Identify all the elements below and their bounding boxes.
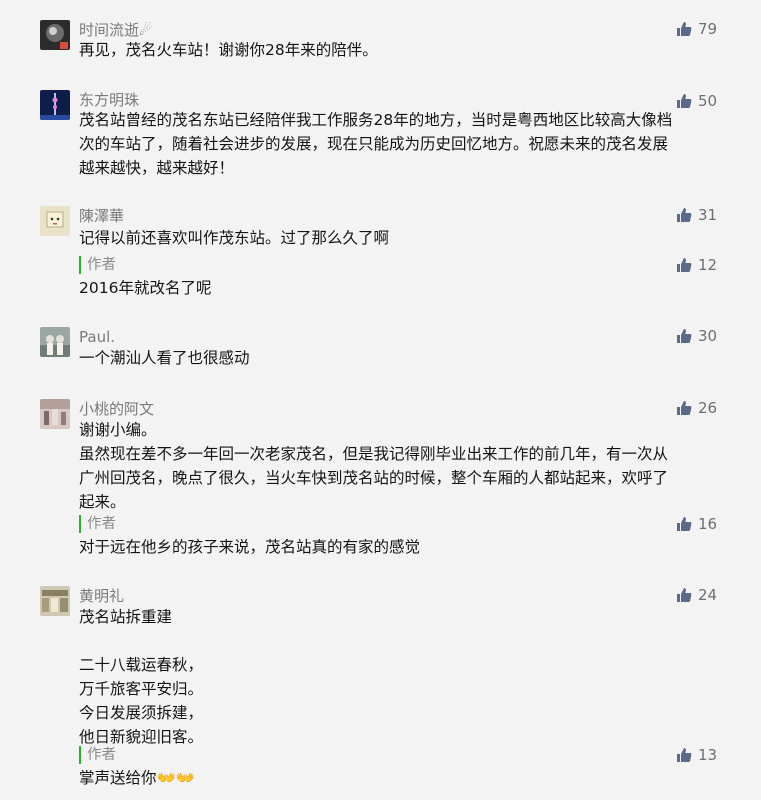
thumbs-up-icon (677, 22, 692, 36)
thumbs-up-icon (677, 588, 692, 602)
thumbs-up-icon (677, 401, 692, 415)
like-button[interactable]: 26 (676, 397, 717, 419)
reply-like-button[interactable]: 12 (676, 254, 717, 276)
comment-text: 再见，茂名火车站！谢谢你28年来的陪伴。 (79, 41, 378, 59)
comment-username[interactable]: 陳澤華 (79, 206, 124, 226)
avatar[interactable] (40, 20, 70, 50)
reply-like-button[interactable]: 13 (676, 744, 717, 766)
like-count: 26 (698, 399, 718, 417)
like-count: 79 (698, 20, 718, 38)
reply-like-button[interactable]: 16 (676, 513, 717, 535)
thumbs-up-icon (677, 94, 692, 108)
thumbs-up-icon (677, 208, 692, 222)
comment-text: 谢谢小编。 虽然现在差不多一年回一次老家茂名，但是我记得刚毕业出来工作的前几年，… (79, 421, 669, 511)
avatar[interactable] (40, 399, 70, 429)
comment-username[interactable]: 黄明礼 (79, 586, 124, 606)
like-button[interactable]: 31 (676, 204, 717, 226)
comment-username[interactable]: Paul. (79, 327, 115, 347)
comment-username[interactable]: 小桃的阿文 (79, 399, 154, 419)
like-count: 30 (698, 327, 718, 345)
comment-username[interactable]: 时间流逝☄ (79, 20, 152, 40)
comment-username[interactable]: 东方明珠 (79, 90, 139, 110)
comment-text: 一个潮汕人看了也很感动 (79, 349, 250, 367)
like-button[interactable]: 30 (676, 325, 717, 347)
like-count: 13 (698, 746, 718, 764)
like-count: 12 (698, 256, 718, 274)
like-button[interactable]: 79 (676, 18, 717, 40)
thumbs-up-icon (677, 748, 692, 762)
avatar[interactable] (40, 90, 70, 120)
thumbs-up-icon (677, 517, 692, 531)
author-reply-label: 作者 (79, 746, 116, 764)
avatar[interactable] (40, 327, 70, 357)
avatar[interactable] (40, 206, 70, 236)
reply-text: 掌声送给你👐👐 (79, 769, 196, 787)
comment-text: 茂名站曾经的茂名东站已经陪伴我工作服务28年的地方，当时是粤西地区比较高大像档 … (79, 111, 673, 177)
thumbs-up-icon (677, 329, 692, 343)
like-count: 24 (698, 586, 718, 604)
comment-text: 茂名站拆重建 二十八载运春秋， 万千旅客平安归。 今日发展须拆建， 他日新貌迎旧… (79, 608, 204, 746)
reply-text: 对于远在他乡的孩子来说，茂名站真的有家的感觉 (79, 538, 421, 556)
avatar[interactable] (40, 586, 70, 616)
like-count: 31 (698, 206, 718, 224)
like-button[interactable]: 24 (676, 584, 717, 606)
like-count: 16 (698, 515, 718, 533)
comment-text: 记得以前还喜欢叫作茂东站。过了那么久了啊 (79, 229, 390, 247)
comment-list: 时间流逝☄ 79 再见，茂名火车站！谢谢你28年来的陪伴。 东方明珠 50 茂名… (0, 0, 761, 800)
author-reply-label: 作者 (79, 515, 116, 533)
thumbs-up-icon (677, 258, 692, 272)
author-reply-label: 作者 (79, 256, 116, 274)
reply-text: 2016年就改名了呢 (79, 279, 212, 297)
